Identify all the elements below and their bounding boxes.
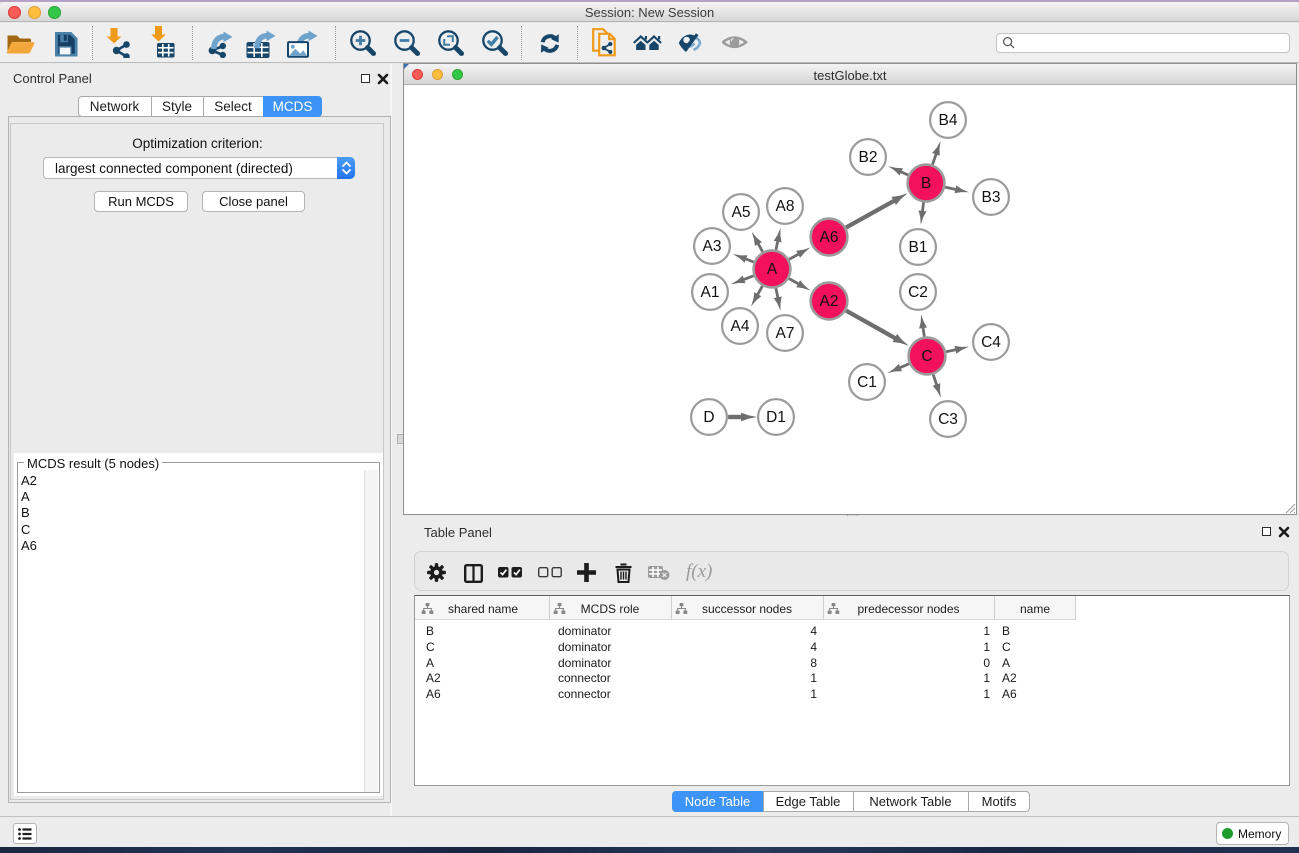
svg-text:C: C [921, 348, 932, 365]
svg-text:A3: A3 [703, 238, 722, 255]
svg-text:A2: A2 [820, 293, 839, 310]
svg-text:A6: A6 [820, 229, 839, 246]
svg-text:B1: B1 [909, 239, 928, 256]
svg-text:A1: A1 [701, 284, 720, 301]
svg-text:D1: D1 [766, 409, 786, 426]
svg-text:A8: A8 [776, 198, 795, 215]
svg-text:A5: A5 [732, 204, 751, 221]
svg-text:B: B [921, 175, 931, 192]
svg-text:C1: C1 [857, 374, 877, 391]
svg-text:C3: C3 [938, 411, 958, 428]
svg-text:A: A [767, 261, 778, 278]
svg-text:C2: C2 [908, 284, 928, 301]
svg-text:B4: B4 [939, 112, 958, 129]
svg-text:A4: A4 [731, 318, 750, 335]
svg-text:B3: B3 [982, 189, 1001, 206]
svg-text:D: D [703, 409, 714, 426]
svg-text:A7: A7 [776, 325, 795, 342]
svg-text:B2: B2 [859, 149, 878, 166]
svg-text:C4: C4 [981, 334, 1001, 351]
